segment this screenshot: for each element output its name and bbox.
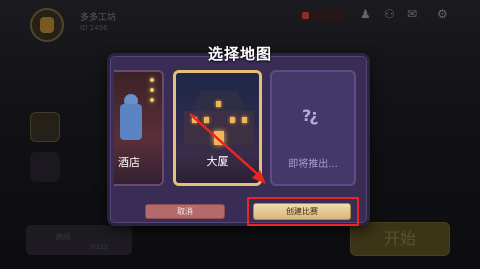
annotation-arrow-icon [189, 113, 266, 184]
